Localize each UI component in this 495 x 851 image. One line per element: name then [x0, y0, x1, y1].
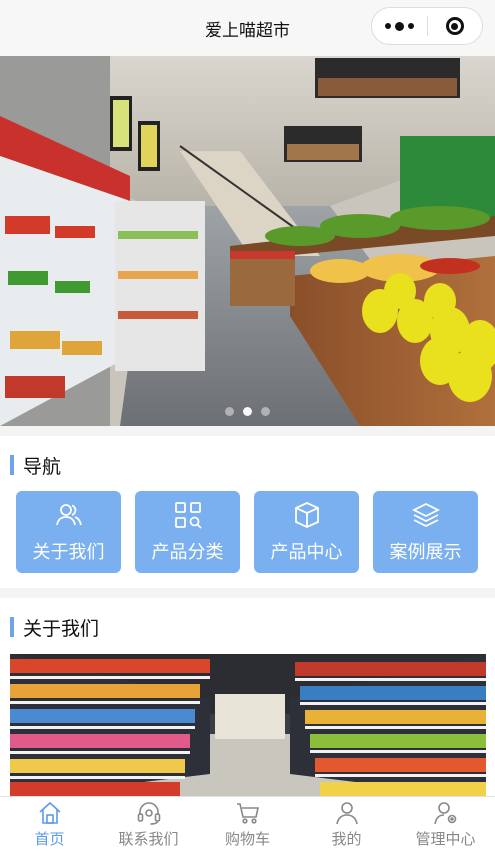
more-dots-icon	[385, 23, 391, 29]
more-button[interactable]	[372, 7, 427, 45]
tab-home[interactable]: 首页	[0, 797, 99, 851]
about-section: 关于我们	[0, 598, 495, 798]
banner-dot[interactable]	[225, 407, 234, 416]
users-icon	[55, 504, 82, 526]
close-target-icon	[445, 17, 464, 35]
admin-icon	[433, 801, 456, 824]
tab-label: 购物车	[224, 829, 270, 848]
person-icon	[335, 801, 358, 824]
nav-label: 关于我们	[32, 542, 105, 563]
menu-capsule	[371, 7, 483, 45]
nav-label: 案例展示	[389, 542, 462, 563]
nav-label: 产品中心	[270, 542, 343, 563]
section-accent-bar	[10, 617, 14, 637]
tab-mine[interactable]: 我的	[297, 797, 396, 851]
nav-about-button[interactable]: 关于我们	[16, 491, 121, 573]
layers-icon	[411, 502, 440, 528]
page-title: 爱上喵超市	[205, 20, 290, 41]
about-image[interactable]	[10, 654, 486, 798]
tab-label: 联系我们	[118, 829, 179, 848]
box-icon	[294, 502, 319, 528]
banner-dot[interactable]	[261, 407, 270, 416]
home-icon	[38, 801, 61, 824]
nav-grid: 关于我们 产品分类 产品中心 案例展示	[16, 491, 478, 573]
grid-search-icon	[174, 502, 202, 529]
tab-contact[interactable]: 联系我们	[99, 797, 198, 851]
section-header: 关于我们	[10, 616, 100, 640]
section-header: 导航	[10, 454, 62, 478]
nav-products-button[interactable]: 产品中心	[254, 491, 359, 573]
nav-label: 产品分类	[151, 542, 224, 563]
nav-section: 导航 关于我们 产品分类 产品中心 案例展示	[0, 436, 495, 588]
banner-indicator	[0, 407, 495, 416]
cart-icon	[236, 802, 259, 824]
tab-admin[interactable]: 管理中心	[396, 797, 495, 851]
nav-category-button[interactable]: 产品分类	[135, 491, 240, 573]
section-accent-bar	[10, 455, 14, 475]
banner-image	[0, 56, 495, 426]
tab-label: 管理中心	[415, 829, 476, 848]
nav-cases-button[interactable]: 案例展示	[373, 491, 478, 573]
tab-bar: 首页 联系我们 购物车 我的 管理中心	[0, 796, 495, 851]
section-title: 导航	[23, 455, 62, 478]
tab-label: 我的	[331, 829, 362, 848]
tab-label: 首页	[34, 829, 65, 848]
headset-icon	[137, 801, 160, 825]
tab-cart[interactable]: 购物车	[198, 797, 297, 851]
banner-carousel[interactable]	[0, 56, 495, 426]
section-title: 关于我们	[23, 617, 100, 640]
close-button[interactable]	[428, 7, 482, 45]
banner-dot-active[interactable]	[243, 407, 252, 416]
nav-bar: 爱上喵超市	[0, 0, 495, 56]
